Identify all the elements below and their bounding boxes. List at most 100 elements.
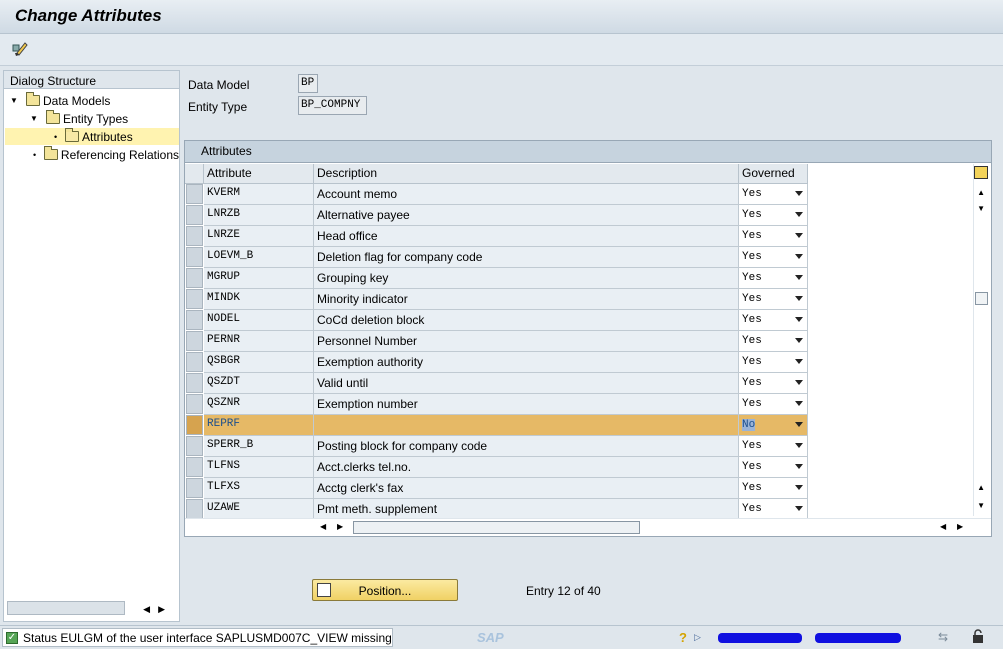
table-row[interactable]: LNRZE Head office Yes: [185, 226, 808, 247]
tree-item-referencing-relations[interactable]: • Referencing Relations: [33, 146, 179, 163]
dropdown-arrow-icon[interactable]: [795, 464, 803, 469]
tree-item-label: Data Models: [43, 93, 111, 108]
tree-item-entity-types[interactable]: ▼ Entity Types: [30, 110, 128, 127]
scroll-right-icon[interactable]: ▶: [337, 522, 343, 531]
scroll-left-icon[interactable]: ◀: [320, 522, 326, 531]
governed-dropdown[interactable]: Yes: [739, 205, 808, 226]
system-info-arrow-icon[interactable]: ▷: [694, 632, 701, 643]
row-selector[interactable]: [186, 205, 203, 225]
table-row[interactable]: NODEL CoCd deletion block Yes: [185, 310, 808, 331]
scroll-down-icon[interactable]: ▼: [977, 204, 985, 213]
dropdown-arrow-icon[interactable]: [795, 212, 803, 217]
governed-dropdown[interactable]: Yes: [739, 289, 808, 310]
dropdown-arrow-icon[interactable]: [795, 485, 803, 490]
governed-dropdown[interactable]: Yes: [739, 478, 808, 499]
scroll-right-icon[interactable]: ▶: [957, 522, 963, 531]
governed-dropdown[interactable]: Yes: [739, 373, 808, 394]
scroll-thumb[interactable]: [353, 521, 640, 534]
select-all-header[interactable]: [185, 164, 204, 184]
tree-item-data-models[interactable]: ▼ Data Models: [10, 92, 110, 109]
table-row[interactable]: MINDK Minority indicator Yes: [185, 289, 808, 310]
table-row[interactable]: UZAWE Pmt meth. supplement Yes: [185, 499, 808, 520]
dropdown-arrow-icon[interactable]: [795, 422, 803, 427]
dropdown-arrow-icon[interactable]: [795, 275, 803, 280]
table-row[interactable]: SPERR_B Posting block for company code Yes: [185, 436, 808, 457]
scroll-up-icon[interactable]: ▲: [977, 188, 985, 197]
lock-icon[interactable]: [972, 629, 984, 643]
dropdown-arrow-icon[interactable]: [795, 380, 803, 385]
governed-dropdown[interactable]: Yes: [739, 457, 808, 478]
table-row[interactable]: LOEVM_B Deletion flag for company code Yes: [185, 247, 808, 268]
governed-dropdown[interactable]: Yes: [739, 184, 808, 205]
scroll-down-icon[interactable]: ▼: [977, 501, 985, 510]
position-button[interactable]: Position...: [312, 579, 458, 601]
table-row[interactable]: REPRF No: [185, 415, 808, 436]
status-bar: ✓ Status EULGM of the user interface SAP…: [0, 625, 1003, 649]
governed-dropdown[interactable]: Yes: [739, 436, 808, 457]
row-selector[interactable]: [186, 457, 203, 477]
row-selector[interactable]: [186, 478, 203, 498]
expand-arrow-icon[interactable]: ▼: [30, 114, 40, 123]
row-selector[interactable]: [186, 499, 203, 519]
attribute-cell: SPERR_B: [204, 436, 314, 457]
row-selector[interactable]: [186, 268, 203, 288]
governed-dropdown[interactable]: Yes: [739, 310, 808, 331]
bullet-icon: •: [54, 131, 58, 142]
governed-dropdown[interactable]: Yes: [739, 268, 808, 289]
row-selector[interactable]: [186, 415, 203, 435]
governed-dropdown[interactable]: Yes: [739, 331, 808, 352]
governed-dropdown[interactable]: Yes: [739, 394, 808, 415]
scroll-thumb[interactable]: [975, 292, 988, 305]
dropdown-arrow-icon[interactable]: [795, 254, 803, 259]
dropdown-arrow-icon[interactable]: [795, 296, 803, 301]
vertical-scrollbar[interactable]: ▲ ▼ ▲ ▼: [973, 164, 991, 516]
scroll-left-icon[interactable]: ◀: [940, 522, 946, 531]
row-selector[interactable]: [186, 331, 203, 351]
column-header-attribute[interactable]: Attribute: [204, 164, 314, 184]
dropdown-arrow-icon[interactable]: [795, 317, 803, 322]
dropdown-arrow-icon[interactable]: [795, 338, 803, 343]
column-header-description[interactable]: Description: [314, 164, 739, 184]
row-selector[interactable]: [186, 352, 203, 372]
row-selector[interactable]: [186, 226, 203, 246]
dropdown-arrow-icon[interactable]: [795, 233, 803, 238]
overwrite-mode-icon[interactable]: ⇆: [938, 630, 948, 644]
table-row[interactable]: TLFNS Acct.clerks tel.no. Yes: [185, 457, 808, 478]
table-row[interactable]: QSZNR Exemption number Yes: [185, 394, 808, 415]
scroll-up-icon[interactable]: ▲: [977, 483, 985, 492]
edit-toggle-icon[interactable]: [10, 39, 30, 59]
governed-dropdown[interactable]: No: [739, 415, 808, 436]
table-row[interactable]: QSBGR Exemption authority Yes: [185, 352, 808, 373]
dropdown-arrow-icon[interactable]: [795, 506, 803, 511]
table-row[interactable]: QSZDT Valid until Yes: [185, 373, 808, 394]
table-row[interactable]: LNRZB Alternative payee Yes: [185, 205, 808, 226]
status-message[interactable]: ✓ Status EULGM of the user interface SAP…: [2, 628, 393, 647]
row-selector[interactable]: [186, 289, 203, 309]
governed-dropdown[interactable]: Yes: [739, 499, 808, 520]
help-icon[interactable]: ?: [679, 630, 687, 645]
row-selector[interactable]: [186, 310, 203, 330]
scroll-arrows[interactable]: ◀▶: [143, 604, 173, 615]
expand-arrow-icon[interactable]: ▼: [10, 96, 20, 105]
governed-dropdown[interactable]: Yes: [739, 247, 808, 268]
row-selector[interactable]: [186, 436, 203, 456]
column-config-icon[interactable]: [974, 166, 988, 179]
table-row[interactable]: MGRUP Grouping key Yes: [185, 268, 808, 289]
dropdown-arrow-icon[interactable]: [795, 191, 803, 196]
row-selector[interactable]: [186, 373, 203, 393]
table-row[interactable]: KVERM Account memo Yes: [185, 184, 808, 205]
governed-dropdown[interactable]: Yes: [739, 352, 808, 373]
dropdown-arrow-icon[interactable]: [795, 401, 803, 406]
dropdown-arrow-icon[interactable]: [795, 443, 803, 448]
row-selector[interactable]: [186, 394, 203, 414]
table-row[interactable]: PERNR Personnel Number Yes: [185, 331, 808, 352]
column-header-governed[interactable]: Governed: [739, 164, 808, 184]
dropdown-arrow-icon[interactable]: [795, 359, 803, 364]
horizontal-scrollbar[interactable]: [7, 601, 125, 615]
row-selector[interactable]: [186, 247, 203, 267]
horizontal-scrollbar[interactable]: ◀ ▶ ◀ ▶: [185, 518, 991, 536]
tree-item-attributes[interactable]: • Attributes: [5, 128, 179, 145]
table-row[interactable]: TLFXS Acctg clerk's fax Yes: [185, 478, 808, 499]
governed-dropdown[interactable]: Yes: [739, 226, 808, 247]
row-selector[interactable]: [186, 184, 203, 204]
